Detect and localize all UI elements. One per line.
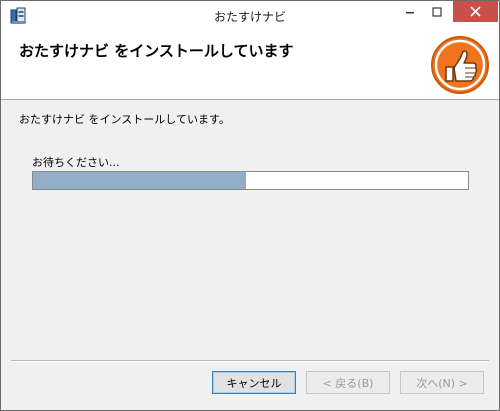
status-text: おたすけナビ をインストールしています。 xyxy=(19,113,230,126)
installer-window: おたすけナビ おたすけナビ をインストールしています おたすけナビ をインストー… xyxy=(0,0,500,411)
progress-fill xyxy=(33,172,247,189)
close-icon xyxy=(470,2,481,21)
install-progress-bar xyxy=(32,171,469,190)
next-button[interactable]: 次へ(N) > xyxy=(400,371,484,394)
title-bar[interactable]: おたすけナビ xyxy=(1,1,499,31)
maximize-button[interactable] xyxy=(423,1,450,22)
header-banner: おたすけナビ をインストールしています xyxy=(1,31,499,100)
close-button[interactable] xyxy=(453,1,498,22)
minimize-button[interactable] xyxy=(397,1,423,22)
minimize-icon xyxy=(405,2,415,21)
back-button[interactable]: < 戻る(B) xyxy=(306,371,390,394)
maximize-icon xyxy=(431,2,442,21)
footer-divider xyxy=(11,360,489,362)
header-title: おたすけナビ をインストールしています xyxy=(19,42,294,60)
thumbs-up-logo-icon xyxy=(429,34,491,96)
wait-label: お待ちください... xyxy=(32,156,120,169)
cancel-button[interactable]: キャンセル xyxy=(212,371,296,394)
